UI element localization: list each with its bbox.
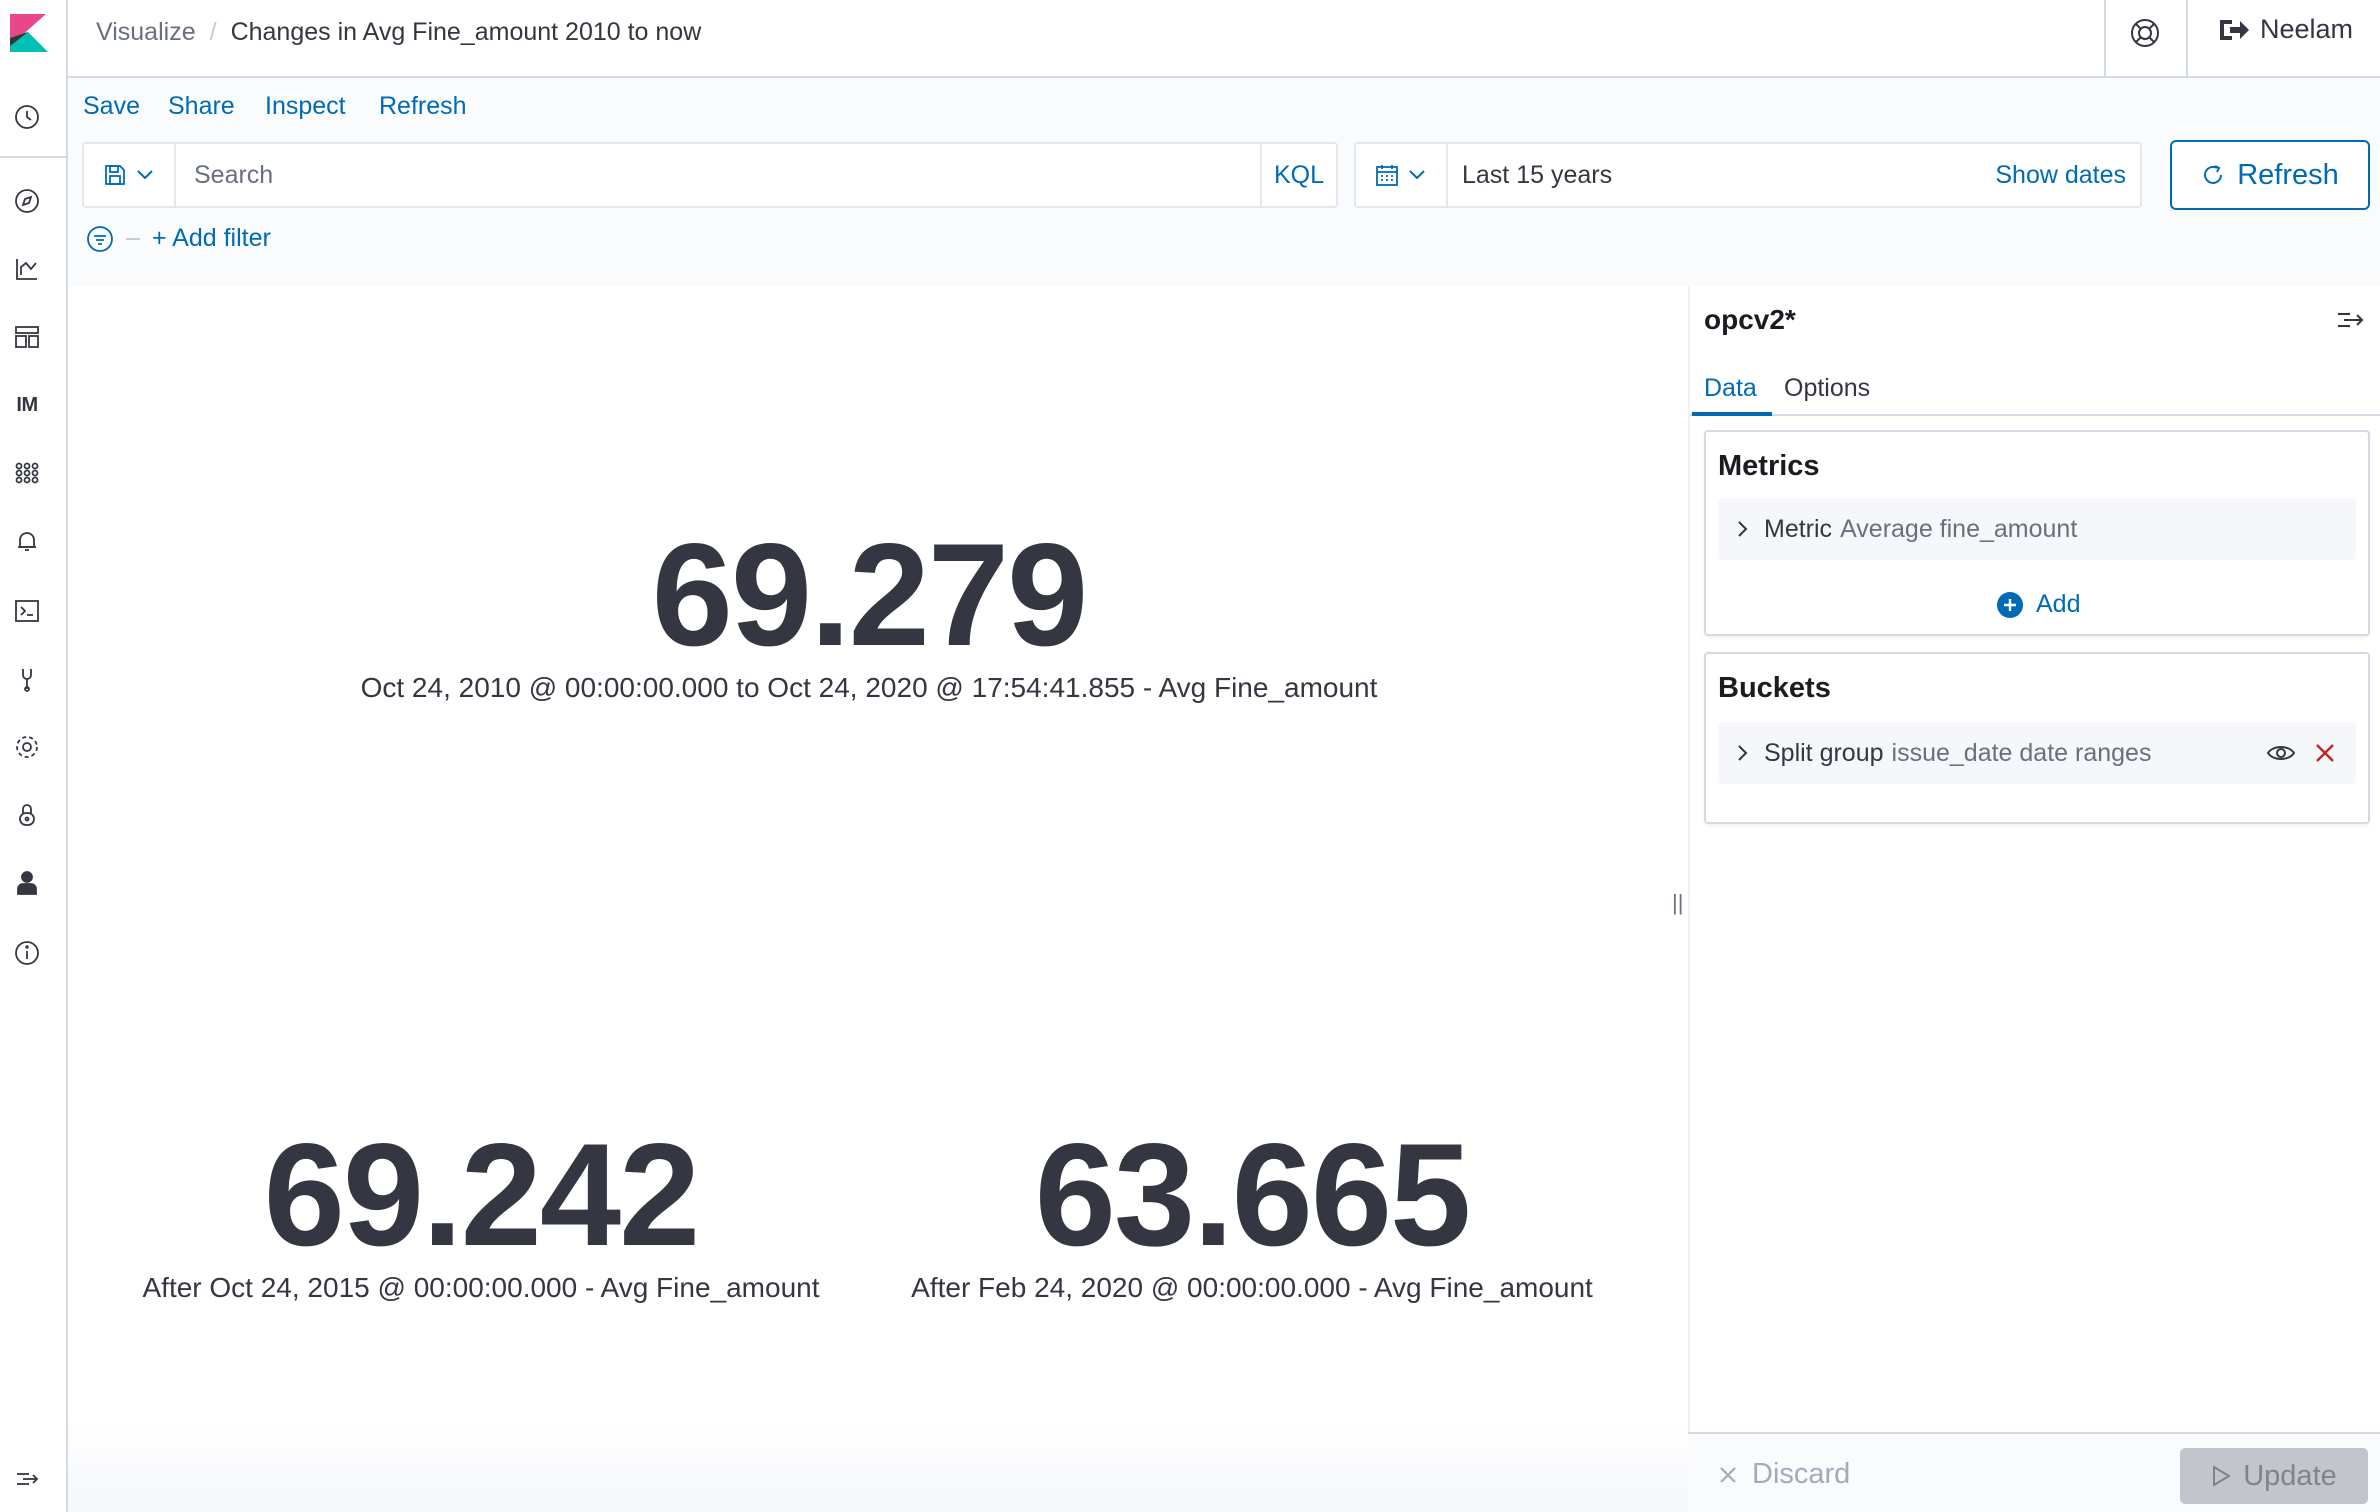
- refresh-button-label: Refresh: [2237, 158, 2339, 191]
- filter-divider: [126, 237, 140, 240]
- visualize-icon[interactable]: [10, 252, 44, 286]
- save-link[interactable]: Save: [83, 92, 140, 121]
- chevron-right-icon: [1738, 521, 1748, 537]
- metric-label: After Feb 24, 2020 @ 00:00:00.000 - Avg …: [911, 1272, 1593, 1303]
- kql-language-button[interactable]: KQL: [1260, 144, 1336, 206]
- dev-tools-console-icon[interactable]: [10, 594, 44, 628]
- metrics-panel: Metrics Metric Average fine_amount Add: [1704, 430, 2370, 636]
- update-label: Update: [2243, 1459, 2337, 1492]
- eye-toggle-icon[interactable]: [2266, 738, 2296, 768]
- active-tab-indicator: [1692, 412, 1772, 416]
- close-icon: [1720, 1466, 1736, 1483]
- metric-tile: 69.242 After Oct 24, 2015 @ 00:00:00.000…: [68, 1122, 894, 1304]
- index-pattern-title: opcv2*: [1704, 304, 1796, 335]
- add-filter-button[interactable]: + Add filter: [152, 224, 271, 253]
- top-nav-menu: Save Share Inspect Refresh: [68, 78, 2380, 138]
- date-picker: Last 15 years Show dates: [1354, 142, 2142, 208]
- buckets-title: Buckets: [1718, 672, 1831, 704]
- show-dates-link[interactable]: Show dates: [1995, 161, 2126, 190]
- metric-tile: 63.665 After Feb 24, 2020 @ 00:00:00.000…: [852, 1122, 1652, 1304]
- metric-value: 69.242: [263, 1113, 701, 1276]
- header-divider: [2186, 0, 2188, 76]
- time-range-text[interactable]: Last 15 years: [1462, 161, 1612, 190]
- user-profile-icon[interactable]: [10, 866, 44, 900]
- search-input[interactable]: Search: [194, 161, 273, 190]
- add-label: Add: [2036, 590, 2081, 618]
- play-icon: [2213, 1465, 2232, 1487]
- update-button[interactable]: Update: [2180, 1448, 2368, 1504]
- share-link[interactable]: Share: [168, 92, 235, 121]
- inspect-link[interactable]: Inspect: [265, 92, 346, 121]
- metrics-title: Metrics: [1718, 450, 1820, 482]
- help-lifebuoy-icon[interactable]: [2128, 16, 2162, 50]
- metric-tile: 69.279 Oct 24, 2010 @ 00:00:00.000 to Oc…: [68, 522, 1670, 704]
- stack-monitoring-icon[interactable]: [10, 662, 44, 696]
- filter-bar: + Add filter: [86, 224, 271, 253]
- calendar-icon: [1376, 165, 1398, 186]
- collapse-nav-icon[interactable]: [10, 1462, 44, 1496]
- editor-sidebar: opcv2* Data Options Metrics Metric Avera…: [1688, 286, 2380, 1512]
- info-icon[interactable]: [10, 936, 44, 970]
- query-bar: Search KQL Last 15 years Show dates Refr…: [68, 138, 2380, 286]
- agg-description: Average fine_amount: [1840, 514, 2078, 543]
- chevron-right-icon: [1738, 745, 1748, 761]
- agg-type: Metric: [1764, 514, 1833, 543]
- metric-value: 63.665: [1034, 1113, 1472, 1276]
- logout-icon: [2220, 19, 2249, 40]
- tab-options[interactable]: Options: [1784, 374, 1870, 403]
- collapse-sidebar-icon[interactable]: [2336, 308, 2366, 332]
- discard-label: Discard: [1752, 1458, 1851, 1490]
- refresh-button[interactable]: Refresh: [2170, 140, 2370, 210]
- dashboard-icon[interactable]: [10, 320, 44, 354]
- sidebar-tabs: Data Options: [1690, 366, 2380, 416]
- user-name: Neelam: [2260, 14, 2354, 44]
- vis-bottom-fade: [68, 1420, 1688, 1512]
- search-bar: Search KQL: [82, 142, 1338, 208]
- sidebar-resize-handle[interactable]: ||: [1672, 890, 1683, 916]
- header-divider: [2104, 0, 2106, 76]
- security-lock-icon[interactable]: [10, 798, 44, 832]
- tab-data[interactable]: Data: [1704, 374, 1757, 403]
- alerts-bell-icon[interactable]: [10, 524, 44, 558]
- quick-date-menu-button[interactable]: [1356, 144, 1448, 206]
- discover-icon[interactable]: [10, 184, 44, 218]
- kibana-logo[interactable]: [8, 12, 50, 54]
- metric-agg-row[interactable]: Metric Average fine_amount: [1718, 498, 2356, 560]
- discard-button[interactable]: Discard: [1718, 1458, 1850, 1491]
- save-disk-icon: [105, 165, 125, 185]
- sidebar-footer: Discard Update: [1688, 1432, 2380, 1512]
- metric-value: 69.279: [651, 513, 1089, 676]
- recently-viewed-icon[interactable]: [10, 100, 44, 134]
- breadcrumb-visualize-link[interactable]: Visualize: [96, 18, 196, 47]
- remove-x-icon[interactable]: [2312, 740, 2338, 766]
- agg-description: issue_date date ranges: [1891, 738, 2152, 767]
- buckets-panel: Buckets Split group issue_date date rang…: [1704, 652, 2370, 824]
- metric-label: Oct 24, 2010 @ 00:00:00.000 to Oct 24, 2…: [360, 672, 1378, 703]
- apps-grid-icon[interactable]: [10, 456, 44, 490]
- refresh-link[interactable]: Refresh: [379, 92, 467, 121]
- chevron-down-icon: [1409, 170, 1425, 180]
- chevron-down-icon: [137, 170, 153, 180]
- nav-divider: [0, 156, 68, 158]
- filter-options-icon[interactable]: [86, 225, 114, 253]
- metric-label: After Oct 24, 2015 @ 00:00:00.000 - Avg …: [142, 1272, 820, 1303]
- add-metric-button[interactable]: Add: [1996, 590, 2080, 619]
- side-nav: IM: [0, 0, 68, 1512]
- im-app-icon[interactable]: IM: [10, 388, 44, 422]
- breadcrumb: Visualize / Changes in Avg Fine_amount 2…: [96, 18, 701, 47]
- bucket-agg-row[interactable]: Split group issue_date date ranges: [1718, 722, 2356, 784]
- breadcrumb-current-title: Changes in Avg Fine_amount 2010 to now: [230, 18, 702, 46]
- plus-circle-icon: [1997, 591, 2023, 618]
- refresh-icon: [2204, 165, 2223, 184]
- breadcrumb-separator: /: [209, 18, 217, 46]
- top-header: Visualize / Changes in Avg Fine_amount 2…: [68, 0, 2380, 78]
- saved-query-button[interactable]: [84, 144, 176, 206]
- agg-type: Split group: [1764, 738, 1884, 767]
- user-menu[interactable]: Neelam: [2218, 14, 2353, 45]
- metric-visualization: 69.279 Oct 24, 2010 @ 00:00:00.000 to Oc…: [68, 286, 1670, 1512]
- management-gear-icon[interactable]: [10, 730, 44, 764]
